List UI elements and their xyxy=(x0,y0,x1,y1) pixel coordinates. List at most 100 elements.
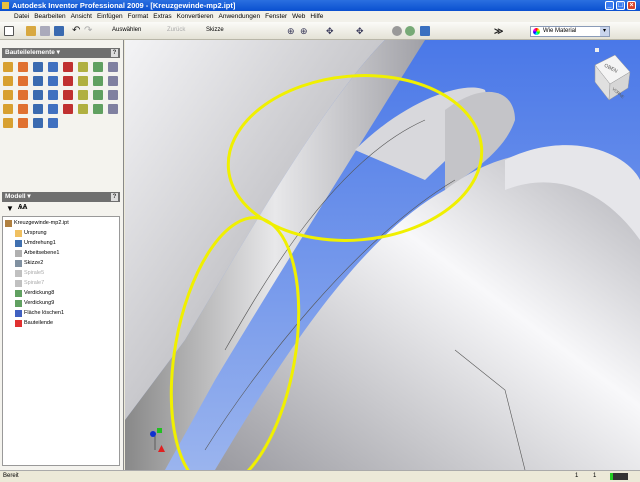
feature-tool-icon[interactable] xyxy=(48,104,58,114)
feature-tool-icon[interactable] xyxy=(33,118,43,128)
status-value-2: 1 xyxy=(593,473,597,479)
menu-9[interactable]: Web xyxy=(292,13,305,20)
feature-tool-icon[interactable] xyxy=(18,118,28,128)
feature-tool-icon[interactable] xyxy=(48,118,58,128)
feature-tool-icon[interactable] xyxy=(78,62,88,72)
tree-node[interactable]: Ursprung xyxy=(15,229,47,238)
feature-tool-icon[interactable] xyxy=(108,104,118,114)
feature-tool-icon[interactable] xyxy=(63,76,73,86)
zoom-window-icon[interactable]: ⊕ xyxy=(300,26,310,36)
minimize-button[interactable]: _ xyxy=(605,1,614,10)
feature-tool-icon[interactable] xyxy=(18,76,28,86)
tree-node[interactable]: Arbeitsebene1 xyxy=(15,249,59,258)
menu-bar: Datei Bearbeiten Ansicht Einfügen Format Extr… xyxy=(0,11,640,22)
feature-tool-icon[interactable] xyxy=(93,62,103,72)
menu-5[interactable]: Extras xyxy=(153,13,171,20)
feature-tool-icon[interactable] xyxy=(48,62,58,72)
save-icon[interactable] xyxy=(54,26,64,36)
open-icon[interactable] xyxy=(26,26,36,36)
help-icon[interactable]: ? xyxy=(111,49,118,57)
tree-node-label: Bauteilende xyxy=(24,320,54,326)
tree-node[interactable]: Verdickung9 xyxy=(15,299,54,308)
feature-tool-icon[interactable] xyxy=(48,90,58,100)
menu-6[interactable]: Konvertieren xyxy=(177,13,214,20)
display-mode-icon[interactable] xyxy=(420,26,430,36)
tree-node[interactable]: Verdickung8 xyxy=(15,289,54,298)
save-all-icon[interactable] xyxy=(40,26,50,36)
select-button[interactable]: Auswählen xyxy=(100,26,150,37)
select-label: Auswählen xyxy=(112,27,142,33)
status-text: Bereit xyxy=(3,473,19,479)
redo-icon[interactable]: ↷ xyxy=(84,26,94,36)
tree-node[interactable]: Kreuzgewinde-mp2.ipt xyxy=(5,219,69,228)
pan-icon[interactable]: ✥ xyxy=(326,26,336,36)
feature-tool-icon[interactable] xyxy=(78,90,88,100)
feature-tool-icon[interactable] xyxy=(33,76,43,86)
feature-tool-icon[interactable] xyxy=(63,90,73,100)
tree-node[interactable]: Fläche löschen1 xyxy=(15,309,64,318)
material-select[interactable]: Wie Material ▾ xyxy=(530,26,610,37)
features-panel-header[interactable]: Bauteilelemente ▾? xyxy=(2,48,120,58)
feature-tool-icon[interactable] xyxy=(108,62,118,72)
tree-node-label: Spirale5 xyxy=(24,270,45,276)
feature-tool-icon[interactable] xyxy=(63,62,73,72)
feature-tool-icon[interactable] xyxy=(93,104,103,114)
feature-tool-icon[interactable] xyxy=(3,62,13,72)
tree-node[interactable]: Skizze2 xyxy=(15,259,43,268)
menu-1[interactable]: Bearbeiten xyxy=(34,13,65,20)
feature-icon xyxy=(15,310,22,317)
feature-icon xyxy=(5,220,12,227)
tree-node-label: Verdickung8 xyxy=(24,290,55,296)
menu-2[interactable]: Ansicht xyxy=(71,13,92,20)
model-panel-header[interactable]: Modell ▾? xyxy=(2,192,120,202)
feature-tool-icon[interactable] xyxy=(108,76,118,86)
feature-tool-icon[interactable] xyxy=(3,118,13,128)
feature-tool-icon[interactable] xyxy=(3,76,13,86)
maximize-button[interactable]: □ xyxy=(616,1,625,10)
tree-node[interactable]: Spirale7 xyxy=(15,279,44,288)
back-button[interactable]: Zurück xyxy=(155,26,191,37)
feature-tool-icon[interactable] xyxy=(18,104,28,114)
zoom-icon[interactable]: ⊕ xyxy=(287,26,297,36)
menu-10[interactable]: Hilfe xyxy=(310,13,323,20)
undo-icon[interactable]: ↶ xyxy=(72,26,82,36)
menu-3[interactable]: Einfügen xyxy=(97,13,123,20)
graphics-viewport[interactable]: OBEN VORNE xyxy=(125,40,640,470)
feature-tool-icon[interactable] xyxy=(3,90,13,100)
filter-icon[interactable]: ▼ xyxy=(6,204,14,213)
feature-tool-icon[interactable] xyxy=(93,90,103,100)
feature-tool-icon[interactable] xyxy=(3,104,13,114)
feature-tool-icon[interactable] xyxy=(18,62,28,72)
ground-shadow-icon[interactable]: ≫ xyxy=(494,26,504,36)
menu-7[interactable]: Anwendungen xyxy=(219,13,261,20)
feature-tool-icon[interactable] xyxy=(78,104,88,114)
home-icon[interactable] xyxy=(595,48,599,52)
feature-tool-icon[interactable] xyxy=(33,62,43,72)
feature-tool-icon[interactable] xyxy=(93,76,103,86)
tree-node[interactable]: Bauteilende xyxy=(15,319,53,328)
menu-8[interactable]: Fenster xyxy=(265,13,287,20)
orbit-icon[interactable]: ✥ xyxy=(356,26,366,36)
tree-node[interactable]: Umdrehung1 xyxy=(15,239,56,248)
menu-0[interactable]: Datei xyxy=(14,13,29,20)
feature-tool-icon[interactable] xyxy=(108,90,118,100)
hidden-edges-icon[interactable] xyxy=(405,26,415,36)
feature-tool-icon[interactable] xyxy=(78,76,88,86)
feature-tool-icon[interactable] xyxy=(48,76,58,86)
feature-tool-icon[interactable] xyxy=(33,90,43,100)
app-icon xyxy=(2,2,9,9)
feature-tool-icon[interactable] xyxy=(63,104,73,114)
model-title: Modell xyxy=(5,193,26,200)
menu-4[interactable]: Format xyxy=(128,13,149,20)
tree-node[interactable]: Spirale5 xyxy=(15,269,44,278)
new-icon[interactable] xyxy=(4,26,14,36)
feature-tool-icon[interactable] xyxy=(33,104,43,114)
chevron-down-icon[interactable]: ▾ xyxy=(600,27,609,36)
help-icon[interactable]: ? xyxy=(111,193,118,201)
close-button[interactable]: × xyxy=(627,1,636,10)
find-icon[interactable]: ѦѦ xyxy=(18,204,27,211)
feature-tool-icon[interactable] xyxy=(18,90,28,100)
status-value-1: 1 xyxy=(575,473,579,479)
shaded-icon[interactable] xyxy=(392,26,402,36)
sketch-button[interactable]: Skizze xyxy=(194,26,230,37)
